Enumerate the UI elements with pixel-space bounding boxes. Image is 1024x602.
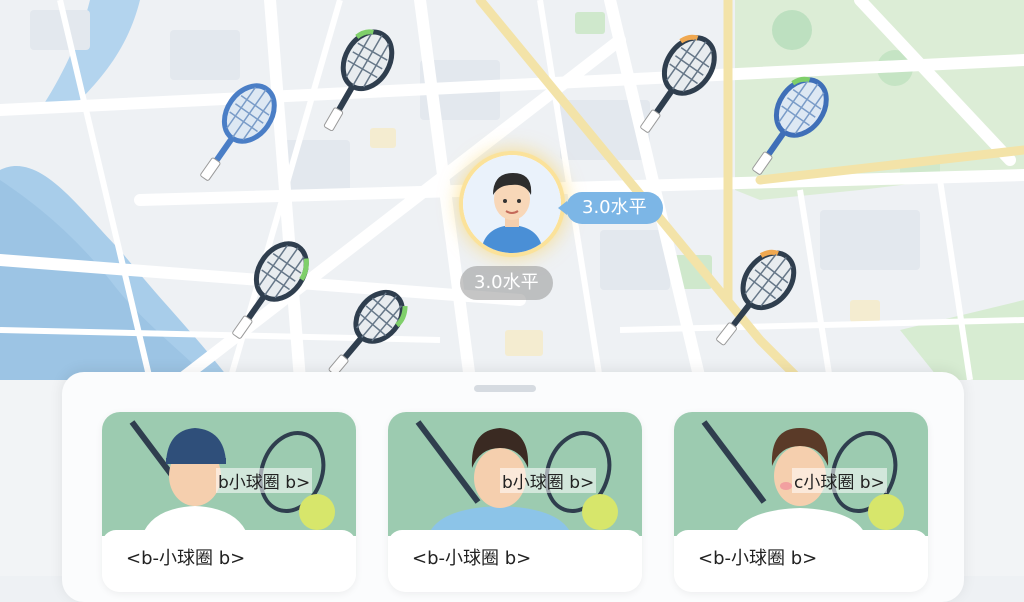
racket-marker-7[interactable] [716, 240, 797, 360]
player-name-3: <b-小球圈 b> [698, 548, 818, 569]
player-card-1[interactable]: b小球圈 b> <b-小球圈 b> [102, 412, 356, 592]
player-card-2[interactable]: b小球圈 b> <b-小球圈 b> [388, 412, 642, 592]
player-photo-caption-1: b小球圈 b> [216, 468, 313, 493]
player-card-3[interactable]: c小球圈 b> <b-小球圈 b> [674, 412, 928, 592]
player-name-2: <b-小球圈 b> [412, 548, 532, 569]
racket-marker-2[interactable] [320, 22, 395, 142]
racket-marker-1[interactable] [200, 74, 277, 194]
user-avatar[interactable] [463, 155, 561, 253]
player-photo-caption-2: b小球圈 b> [500, 468, 597, 493]
drag-handle[interactable] [474, 385, 536, 392]
level-pill: 3.0水平 [460, 266, 553, 300]
racket-marker-3[interactable] [640, 26, 717, 146]
racket-marker-4[interactable] [752, 68, 829, 188]
player-photo-caption-3: c小球圈 b> [792, 468, 887, 493]
level-bubble: 3.0水平 [558, 192, 663, 224]
player-name-1: <b-小球圈 b> [126, 548, 246, 569]
racket-marker-5[interactable] [232, 232, 309, 352]
